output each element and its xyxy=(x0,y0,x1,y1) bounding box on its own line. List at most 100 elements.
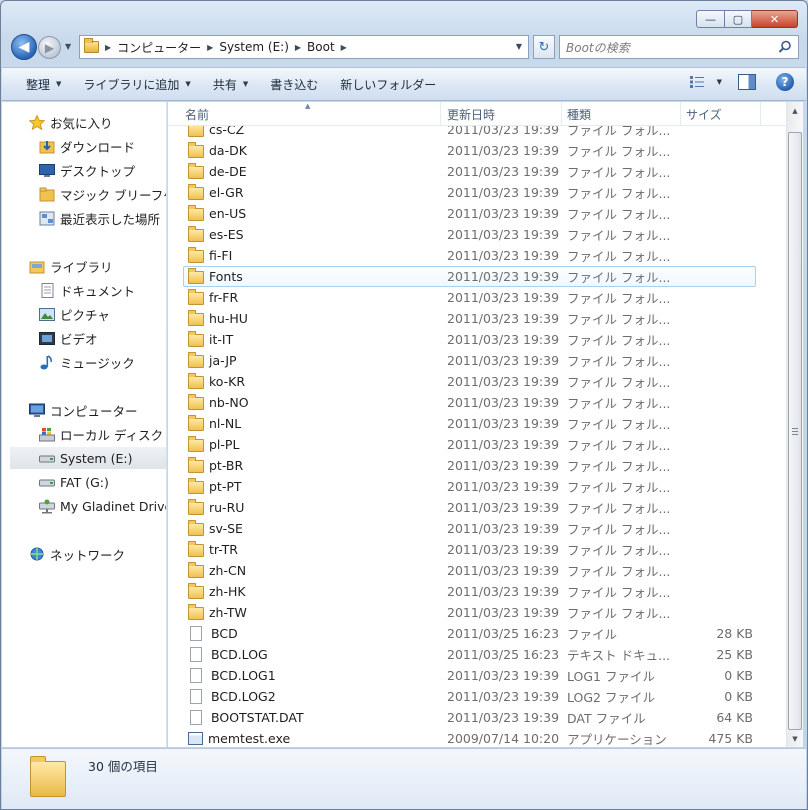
table-row[interactable]: fr-FR 2011/03/23 19:39 ファイル フォル... xyxy=(168,287,786,308)
scroll-down-icon[interactable]: ▼ xyxy=(787,730,803,747)
table-row[interactable]: ko-KR 2011/03/23 19:39 ファイル フォル... xyxy=(168,371,786,392)
sidebar-item-downloads[interactable]: ダウンロード xyxy=(38,135,135,157)
view-dropdown-icon[interactable]: ▼ xyxy=(717,78,722,86)
view-list-icon[interactable] xyxy=(689,75,705,89)
search-icon[interactable] xyxy=(778,40,792,54)
sidebar-item-fat-g[interactable]: FAT (G:) xyxy=(38,471,109,493)
recent-pages-dropdown[interactable]: ▼ xyxy=(65,42,75,52)
table-row[interactable]: hu-HU 2011/03/23 19:39 ファイル フォル... xyxy=(168,308,786,329)
table-row[interactable]: en-US 2011/03/23 19:39 ファイル フォル... xyxy=(168,203,786,224)
chevron-right-icon[interactable]: ▶ xyxy=(341,43,347,52)
table-row[interactable]: el-GR 2011/03/23 19:39 ファイル フォル... xyxy=(168,182,786,203)
file-name-cell: BCD.LOG2 xyxy=(188,689,276,704)
music-note-icon xyxy=(38,354,55,370)
address-bar[interactable]: ▶ コンピューター ▶ System (E:) ▶ Boot ▶ ▼ xyxy=(79,35,529,59)
table-row[interactable]: BCD.LOG1 2011/03/23 19:39 LOG1 ファイル 0 KB xyxy=(168,665,786,686)
table-row[interactable]: pl-PL 2011/03/23 19:39 ファイル フォル... xyxy=(168,434,786,455)
file-type: ファイル xyxy=(567,627,618,642)
add-to-library-button[interactable]: ライブラリに追加 ▼ xyxy=(75,72,198,96)
sidebar-item-documents[interactable]: ドキュメント xyxy=(38,279,135,301)
scrollbar-thumb[interactable] xyxy=(788,132,802,730)
table-row[interactable]: zh-CN 2011/03/23 19:39 ファイル フォル... xyxy=(168,560,786,581)
breadcrumb-system-e[interactable]: System (E:) xyxy=(219,40,289,54)
chevron-right-icon[interactable]: ▶ xyxy=(295,43,301,52)
sidebar-item-music[interactable]: ミュージック xyxy=(38,351,135,373)
sidebar-item-local-disk[interactable]: ローカル ディスク ( xyxy=(38,423,166,445)
column-type[interactable]: 種類 xyxy=(562,102,681,126)
table-row[interactable]: sv-SE 2011/03/23 19:39 ファイル フォル... xyxy=(168,518,786,539)
address-dropdown-icon[interactable]: ▼ xyxy=(516,42,522,51)
chevron-right-icon[interactable]: ▶ xyxy=(105,43,111,52)
sidebar-item-favorites[interactable]: お気に入り xyxy=(28,111,113,133)
table-row[interactable]: BCD.LOG 2011/03/25 16:23 テキスト ドキュ... 25 KB xyxy=(168,644,786,665)
folder-icon xyxy=(188,394,204,410)
sidebar-item-pictures[interactable]: ピクチャ xyxy=(38,303,110,325)
preview-pane-icon[interactable] xyxy=(738,74,756,90)
breadcrumb-boot[interactable]: Boot xyxy=(307,40,335,54)
sidebar-item-network[interactable]: ネットワーク xyxy=(28,543,125,565)
share-button[interactable]: 共有 ▼ xyxy=(205,72,256,96)
file-type: ファイル フォル... xyxy=(567,144,671,159)
vertical-scrollbar[interactable]: ▲ ▼ xyxy=(786,102,803,747)
sidebar-item-recent-places[interactable]: 最近表示した場所 xyxy=(38,207,160,229)
breadcrumb-computer[interactable]: コンピューター xyxy=(117,39,201,56)
file-date: 2011/03/23 19:39 xyxy=(447,710,560,725)
organize-button[interactable]: 整理 ▼ xyxy=(18,72,69,96)
file-name-cell: hu-HU xyxy=(188,310,248,326)
video-icon xyxy=(38,331,55,346)
sidebar-item-gladinet[interactable]: My Gladinet Drive xyxy=(38,495,166,517)
table-row[interactable]: es-ES 2011/03/23 19:39 ファイル フォル... xyxy=(168,224,786,245)
table-row[interactable]: memtest.exe 2009/07/14 10:20 アプリケーション 475 K… xyxy=(168,728,786,747)
table-row[interactable]: BCD 2011/03/25 16:23 ファイル 28 KB xyxy=(168,623,786,644)
scroll-up-icon[interactable]: ▲ xyxy=(787,102,803,119)
file-type: ファイル フォル... xyxy=(567,249,671,264)
folder-icon xyxy=(188,142,204,158)
file-size: 25 KB xyxy=(716,647,753,662)
column-size[interactable]: サイズ xyxy=(681,102,761,126)
forward-button[interactable]: ▶ xyxy=(38,36,61,59)
table-row[interactable]: Fonts 2011/03/23 19:39 ファイル フォル... xyxy=(183,266,756,287)
table-row[interactable]: pt-PT 2011/03/23 19:39 ファイル フォル... xyxy=(168,476,786,497)
table-row[interactable]: ru-RU 2011/03/23 19:39 ファイル フォル... xyxy=(168,497,786,518)
table-row[interactable]: zh-TW 2011/03/23 19:39 ファイル フォル... xyxy=(168,602,786,623)
burn-button[interactable]: 書き込む xyxy=(262,72,326,96)
file-icon xyxy=(190,710,202,725)
close-button[interactable]: ✕ xyxy=(752,10,798,28)
column-name-label: 名前 xyxy=(185,107,210,122)
chevron-right-icon[interactable]: ▶ xyxy=(207,43,213,52)
table-row[interactable]: da-DK 2011/03/23 19:39 ファイル フォル... xyxy=(168,140,786,161)
table-row[interactable]: ja-JP 2011/03/23 19:39 ファイル フォル... xyxy=(168,350,786,371)
sidebar-item-computer[interactable]: コンピューター xyxy=(28,399,138,421)
search-input[interactable]: Bootの検索 xyxy=(559,35,799,59)
new-folder-button[interactable]: 新しいフォルダー xyxy=(332,72,444,96)
sidebar-item-videos[interactable]: ビデオ xyxy=(38,327,98,349)
table-row[interactable]: zh-HK 2011/03/23 19:39 ファイル フォル... xyxy=(168,581,786,602)
maximize-button[interactable]: ▢ xyxy=(725,10,752,28)
file-name-cell: nl-NL xyxy=(188,415,241,431)
back-button[interactable]: ◀ xyxy=(11,34,37,60)
file-name: fi-FI xyxy=(209,248,233,263)
table-row[interactable]: it-IT 2011/03/23 19:39 ファイル フォル... xyxy=(168,329,786,350)
table-row[interactable]: de-DE 2011/03/23 19:39 ファイル フォル... xyxy=(168,161,786,182)
help-icon[interactable]: ? xyxy=(776,73,794,91)
sidebar-item-label: ピクチャ xyxy=(60,307,110,323)
column-name[interactable]: 名前 xyxy=(180,102,441,126)
table-row[interactable]: tr-TR 2011/03/23 19:39 ファイル フォル... xyxy=(168,539,786,560)
minimize-button[interactable]: — xyxy=(696,10,725,28)
table-row[interactable]: BCD.LOG2 2011/03/23 19:39 LOG2 ファイル 0 KB xyxy=(168,686,786,707)
file-type: ファイル フォル... xyxy=(567,186,671,201)
table-row[interactable]: pt-BR 2011/03/23 19:39 ファイル フォル... xyxy=(168,455,786,476)
sidebar-item-libraries[interactable]: ライブラリ xyxy=(28,255,113,277)
sidebar-item-magic-briefcase[interactable]: マジック ブリーフケ xyxy=(38,183,166,205)
file-name-cell: ko-KR xyxy=(188,373,245,389)
file-name: da-DK xyxy=(209,143,247,158)
drive-icon xyxy=(38,475,55,490)
table-row[interactable]: fi-FI 2011/03/23 19:39 ファイル フォル... xyxy=(168,245,786,266)
refresh-button[interactable]: ↻ xyxy=(533,35,555,59)
table-row[interactable]: nl-NL 2011/03/23 19:39 ファイル フォル... xyxy=(168,413,786,434)
table-row[interactable]: BOOTSTAT.DAT 2011/03/23 19:39 DAT ファイル 64 K… xyxy=(168,707,786,728)
sidebar-item-desktop[interactable]: デスクトップ xyxy=(38,159,135,181)
sidebar-item-system-e[interactable]: System (E:) xyxy=(10,447,166,469)
column-date[interactable]: 更新日時 xyxy=(442,102,562,126)
table-row[interactable]: nb-NO 2011/03/23 19:39 ファイル フォル... xyxy=(168,392,786,413)
